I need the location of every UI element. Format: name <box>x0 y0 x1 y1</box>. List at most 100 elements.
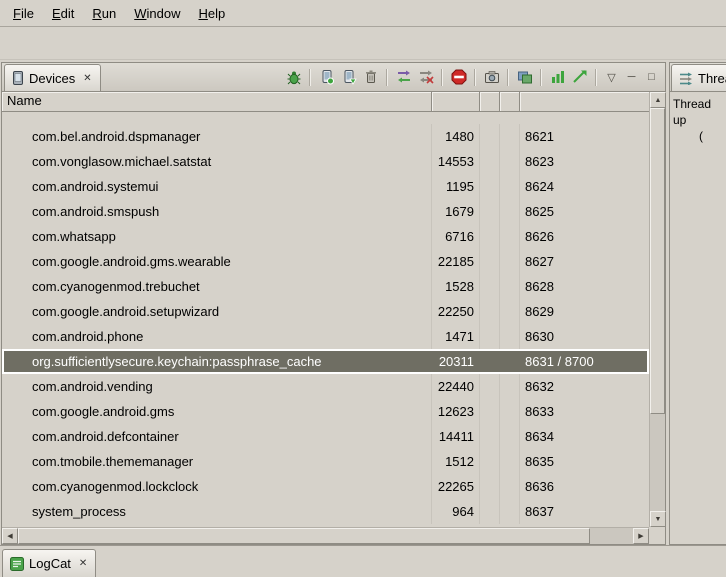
process-name: com.cyanogenmod.lockclock <box>2 474 432 499</box>
close-icon[interactable]: ✕ <box>78 558 88 569</box>
devices-panel: Devices ✕ <box>1 62 666 545</box>
scroll-up-icon[interactable]: ▲ <box>650 92 666 108</box>
table-row[interactable]: system_process 964 8637 <box>2 499 649 524</box>
vertical-scroll-track[interactable] <box>650 108 665 511</box>
table-row[interactable]: com.android.defcontainer 14411 8634 <box>2 424 649 449</box>
table-row[interactable]: com.android.systemui 1195 8624 <box>2 174 649 199</box>
menu-item[interactable]: File <box>4 2 43 25</box>
screen-record-icon[interactable] <box>515 68 534 87</box>
dump-hprof-icon[interactable] <box>339 68 358 87</box>
toolbar-separator <box>595 69 597 86</box>
column-header-name[interactable]: Name <box>2 92 432 112</box>
thread-status-cell <box>500 249 520 274</box>
heap-status-cell <box>480 424 500 449</box>
process-port: 8633 <box>520 399 649 424</box>
process-pid: 14553 <box>432 149 480 174</box>
table-row[interactable]: com.tmobile.thememanager 1512 8635 <box>2 449 649 474</box>
stop-thread-updates-icon[interactable] <box>416 68 435 87</box>
table-row[interactable]: com.android.phone 1471 8630 <box>2 324 649 349</box>
process-name: com.google.android.setupwizard <box>2 299 432 324</box>
thread-status-cell <box>500 299 520 324</box>
process-name: com.bel.android.dspmanager <box>2 124 432 149</box>
table-header: Name <box>2 92 649 112</box>
process-port: 8624 <box>520 174 649 199</box>
tab-logcat-label: LogCat <box>29 556 71 571</box>
update-heap-icon[interactable] <box>317 68 336 87</box>
process-port: 8627 <box>520 249 649 274</box>
view-menu-icon[interactable]: ▽ <box>603 69 620 86</box>
horizontal-scrollbar[interactable]: ◀ ▶ <box>2 527 649 544</box>
process-name: org.sufficientlysecure.keychain:passphra… <box>2 349 432 374</box>
thread-status-cell <box>500 149 520 174</box>
threads-icon <box>679 71 693 85</box>
thread-status-cell <box>500 499 520 524</box>
update-threads-icon[interactable] <box>394 68 413 87</box>
heap-status-cell <box>480 499 500 524</box>
menu-item[interactable]: Window <box>125 2 189 25</box>
process-port: 8637 <box>520 499 649 524</box>
heap-status-cell <box>480 199 500 224</box>
table-row[interactable]: com.bel.android.dspmanager 1480 8621 <box>2 124 649 149</box>
table-row[interactable]: org.sufficientlysecure.keychain:passphra… <box>2 349 649 374</box>
tab-devices-label: Devices <box>29 71 75 86</box>
column-header-thread[interactable] <box>500 92 520 112</box>
threads-tabbar: Threa <box>670 63 726 92</box>
thread-status-cell <box>500 199 520 224</box>
process-name: com.google.android.gms.wearable <box>2 249 432 274</box>
table-row[interactable]: com.cyanogenmod.lockclock 22265 8636 <box>2 474 649 499</box>
scroll-left-icon[interactable]: ◀ <box>2 528 18 544</box>
thread-status-cell <box>500 224 520 249</box>
thread-status-cell <box>500 174 520 199</box>
menu-item[interactable]: Run <box>83 2 125 25</box>
thread-status-cell <box>500 374 520 399</box>
vertical-scroll-thumb[interactable] <box>650 108 665 414</box>
heap-status-cell <box>480 124 500 149</box>
column-header-heap[interactable] <box>480 92 500 112</box>
tracking-stop-icon[interactable] <box>570 68 589 87</box>
devices-toolbar: ▽ ─ □ <box>284 68 665 87</box>
process-pid: 14411 <box>432 424 480 449</box>
minimize-icon[interactable]: ─ <box>623 69 640 86</box>
debug-process-icon[interactable] <box>284 68 303 87</box>
tab-devices[interactable]: Devices ✕ <box>4 64 101 91</box>
column-header-port[interactable] <box>520 92 649 112</box>
heap-status-cell <box>480 299 500 324</box>
process-port: 8623 <box>520 149 649 174</box>
table-row[interactable]: com.google.android.gms.wearable 22185 86… <box>2 249 649 274</box>
threads-message-line1: Thread up <box>673 96 723 128</box>
process-name: com.google.android.gms <box>2 399 432 424</box>
maximize-icon[interactable]: □ <box>643 69 660 86</box>
table-row[interactable]: com.google.android.gms 12623 8633 <box>2 399 649 424</box>
tab-logcat[interactable]: LogCat ✕ <box>2 549 96 577</box>
horizontal-scroll-track[interactable] <box>18 528 633 544</box>
process-port: 8635 <box>520 449 649 474</box>
table-row[interactable]: com.vonglasow.michael.satstat 14553 8623 <box>2 149 649 174</box>
scroll-right-icon[interactable]: ▶ <box>633 528 649 544</box>
screen-capture-icon[interactable] <box>482 68 501 87</box>
tracking-start-icon[interactable] <box>548 68 567 87</box>
table-row[interactable]: com.whatsapp 6716 8626 <box>2 224 649 249</box>
column-header-pid[interactable] <box>432 92 480 112</box>
horizontal-scroll-thumb[interactable] <box>18 528 590 544</box>
vertical-scrollbar[interactable]: ▲ ▼ <box>649 92 665 527</box>
thread-status-cell <box>500 474 520 499</box>
table-row[interactable]: com.android.smspush 1679 8625 <box>2 199 649 224</box>
table-row[interactable]: com.android.vending 22440 8632 <box>2 374 649 399</box>
menu-item[interactable]: Help <box>189 2 234 25</box>
process-pid: 1512 <box>432 449 480 474</box>
cause-gc-icon[interactable] <box>361 68 380 87</box>
scroll-down-icon[interactable]: ▼ <box>650 511 666 527</box>
device-icon <box>12 71 24 85</box>
process-port: 8634 <box>520 424 649 449</box>
close-icon[interactable]: ✕ <box>82 73 92 84</box>
main-area: Devices ✕ <box>1 62 726 545</box>
menu-item[interactable]: Edit <box>43 2 83 25</box>
heap-status-cell <box>480 224 500 249</box>
toolbar-separator <box>386 69 388 86</box>
table-row[interactable]: com.cyanogenmod.trebuchet 1528 8628 <box>2 274 649 299</box>
tab-threads[interactable]: Threa <box>671 64 726 91</box>
table-row[interactable]: com.google.android.setupwizard 22250 862… <box>2 299 649 324</box>
process-pid: 22185 <box>432 249 480 274</box>
toolbar-separator <box>309 69 311 86</box>
stop-process-icon[interactable] <box>449 68 468 87</box>
